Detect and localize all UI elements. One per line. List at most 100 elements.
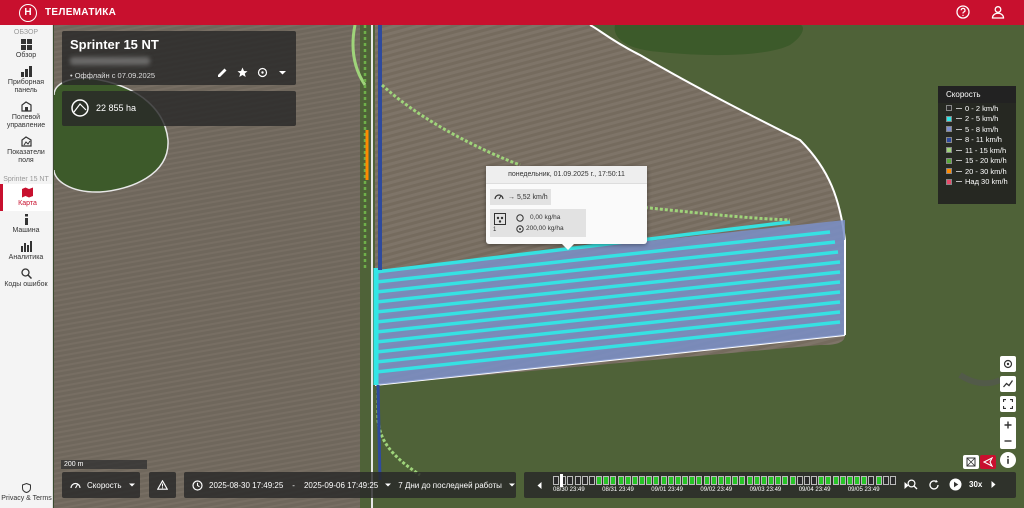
legend-dash xyxy=(956,107,962,109)
date-to[interactable]: 2025-09-06 17:49:25 xyxy=(304,481,378,490)
fit-bounds-button[interactable] xyxy=(1000,396,1016,412)
speedometer-icon xyxy=(70,482,81,488)
timeline-segment xyxy=(588,476,595,485)
sidebar-item-label: Обзор xyxy=(15,52,37,59)
legend-swatch xyxy=(946,168,952,175)
legend-item: 8 - 11 km/h xyxy=(938,135,1016,146)
sidebar-item-analytics[interactable]: Аналитика xyxy=(0,238,52,265)
map-icon xyxy=(22,187,33,198)
map-scale: 200 m xyxy=(61,460,147,469)
privacy-label: Privacy & Terms xyxy=(1,495,52,502)
date-separator: - xyxy=(292,480,295,490)
legend-item: 15 - 20 km/h xyxy=(938,156,1016,167)
timeline-segment xyxy=(753,476,760,485)
timeline-tick-label: 08/31 23:49 xyxy=(602,487,634,493)
timeline-segment xyxy=(581,476,588,485)
field-boundary-button[interactable] xyxy=(980,455,996,469)
timeline-segment xyxy=(653,476,660,485)
play-icon[interactable] xyxy=(949,478,962,491)
clock-icon xyxy=(192,479,203,491)
error-search-icon xyxy=(20,268,32,279)
map-info-button[interactable] xyxy=(1000,452,1016,468)
privacy-terms-link[interactable]: Privacy & Terms xyxy=(0,483,53,502)
legend-dash xyxy=(956,139,962,141)
playback-speed[interactable]: 30x xyxy=(969,480,982,489)
range-preset-select[interactable]: 7 Дни до последней работы xyxy=(398,481,502,490)
timeline-segment xyxy=(811,476,818,485)
sidebar-section-machine: Sprinter 15 NT xyxy=(3,176,49,183)
info-circle-icon xyxy=(1007,456,1009,464)
info-icon xyxy=(24,214,28,225)
sidebar-item-machine[interactable]: Машина xyxy=(0,211,52,238)
track-point-tooltip: понедельник, 01.09.2025 г., 17:50:11 → 5… xyxy=(486,166,647,250)
timeline-segment xyxy=(782,476,789,485)
gauge-icon xyxy=(516,214,524,222)
chevron-down-icon[interactable] xyxy=(277,67,288,78)
track-toggle-button[interactable] xyxy=(1000,376,1016,392)
sidebar-item-dashboard[interactable]: Приборная панель xyxy=(0,63,52,98)
chevron-down-icon xyxy=(128,483,135,487)
area-card: 22 855 ha xyxy=(62,91,296,126)
timeline-segment xyxy=(624,476,631,485)
legend-item: 20 - 30 km/h xyxy=(938,166,1016,177)
star-icon[interactable] xyxy=(237,67,248,78)
timeline-segment xyxy=(746,476,753,485)
sidebar-item-field-management[interactable]: Полевой управление xyxy=(0,98,52,133)
sidebar-item-label: Машина xyxy=(12,227,40,234)
layers-button[interactable] xyxy=(963,455,979,469)
date-from[interactable]: 2025-08-30 17:49:25 xyxy=(209,481,283,490)
sidebar-item-label: Карта xyxy=(18,200,37,207)
warnings-button[interactable] xyxy=(149,472,176,498)
legend-swatch xyxy=(946,178,952,185)
sidebar-item-overview[interactable]: Обзор xyxy=(0,36,52,63)
legend-swatch xyxy=(946,105,952,112)
chevron-down-icon xyxy=(508,483,515,487)
minus-icon xyxy=(1004,440,1012,442)
color-mode-label: Скорость xyxy=(87,480,122,490)
speed-legend: Скорость 0 - 2 km/h 2 - 5 km/h 5 - 8 km/h 8… xyxy=(938,86,1016,204)
timeline-segment xyxy=(603,476,610,485)
user-icon[interactable] xyxy=(991,5,1005,19)
tooltip-rate-target: 200,00 kg/ha xyxy=(526,225,564,232)
timeline-segment xyxy=(861,476,868,485)
date-range-picker[interactable]: 2025-08-30 17:49:25 - 2025-09-06 17:49:2… xyxy=(184,472,516,498)
area-value: 22 855 ha xyxy=(96,103,137,113)
color-mode-select[interactable]: Скорость xyxy=(62,472,140,498)
refresh-icon[interactable] xyxy=(928,479,940,491)
help-icon[interactable] xyxy=(956,5,970,19)
chevron-right-icon[interactable] xyxy=(991,481,996,488)
legend-label: 5 - 8 km/h xyxy=(965,124,999,134)
legend-dash xyxy=(956,170,962,172)
sidebar-item-label: Показатели поля xyxy=(7,149,45,164)
redacted-text xyxy=(70,57,150,65)
legend-item: 11 - 15 km/h xyxy=(938,145,1016,156)
step-back-icon[interactable] xyxy=(537,482,542,489)
zoom-search-icon[interactable] xyxy=(907,479,918,490)
legend-swatch xyxy=(946,157,952,164)
timeline-segment xyxy=(667,476,674,485)
legend-item: Над 30 km/h xyxy=(938,177,1016,188)
machine-card: Sprinter 15 NT • Оффлайн с 07.09.2025 xyxy=(62,31,296,85)
legend-dash xyxy=(956,149,962,151)
sidebar-item-error-codes[interactable]: Коды ошибок xyxy=(0,265,52,292)
zoom-out-button[interactable] xyxy=(1000,433,1016,449)
sidebar-item-map[interactable]: Карта xyxy=(0,184,52,211)
locate-button[interactable] xyxy=(1000,356,1016,372)
line-chart-icon xyxy=(1003,380,1013,388)
timeline-segment xyxy=(617,476,624,485)
timeline-track[interactable] xyxy=(553,476,897,485)
tooltip-datetime: понедельник, 01.09.2025 г., 17:50:11 xyxy=(486,166,647,184)
timeline-segment xyxy=(789,476,796,485)
legend-label: 15 - 20 km/h xyxy=(965,156,1007,166)
target-icon[interactable] xyxy=(257,67,268,78)
timeline-segment xyxy=(567,476,574,485)
tooltip-rate-actual: 0,00 kg/ha xyxy=(530,214,561,221)
sidebar-item-field-stats[interactable]: Показатели поля xyxy=(0,133,52,168)
brand-logo[interactable]: H xyxy=(19,3,37,22)
edit-icon[interactable] xyxy=(217,67,228,78)
timeline-cursor[interactable] xyxy=(560,474,563,487)
zoom-in-button[interactable] xyxy=(1000,417,1016,433)
target-rate-icon xyxy=(516,225,524,233)
timeline-segment xyxy=(760,476,767,485)
legend-dash xyxy=(956,160,962,162)
